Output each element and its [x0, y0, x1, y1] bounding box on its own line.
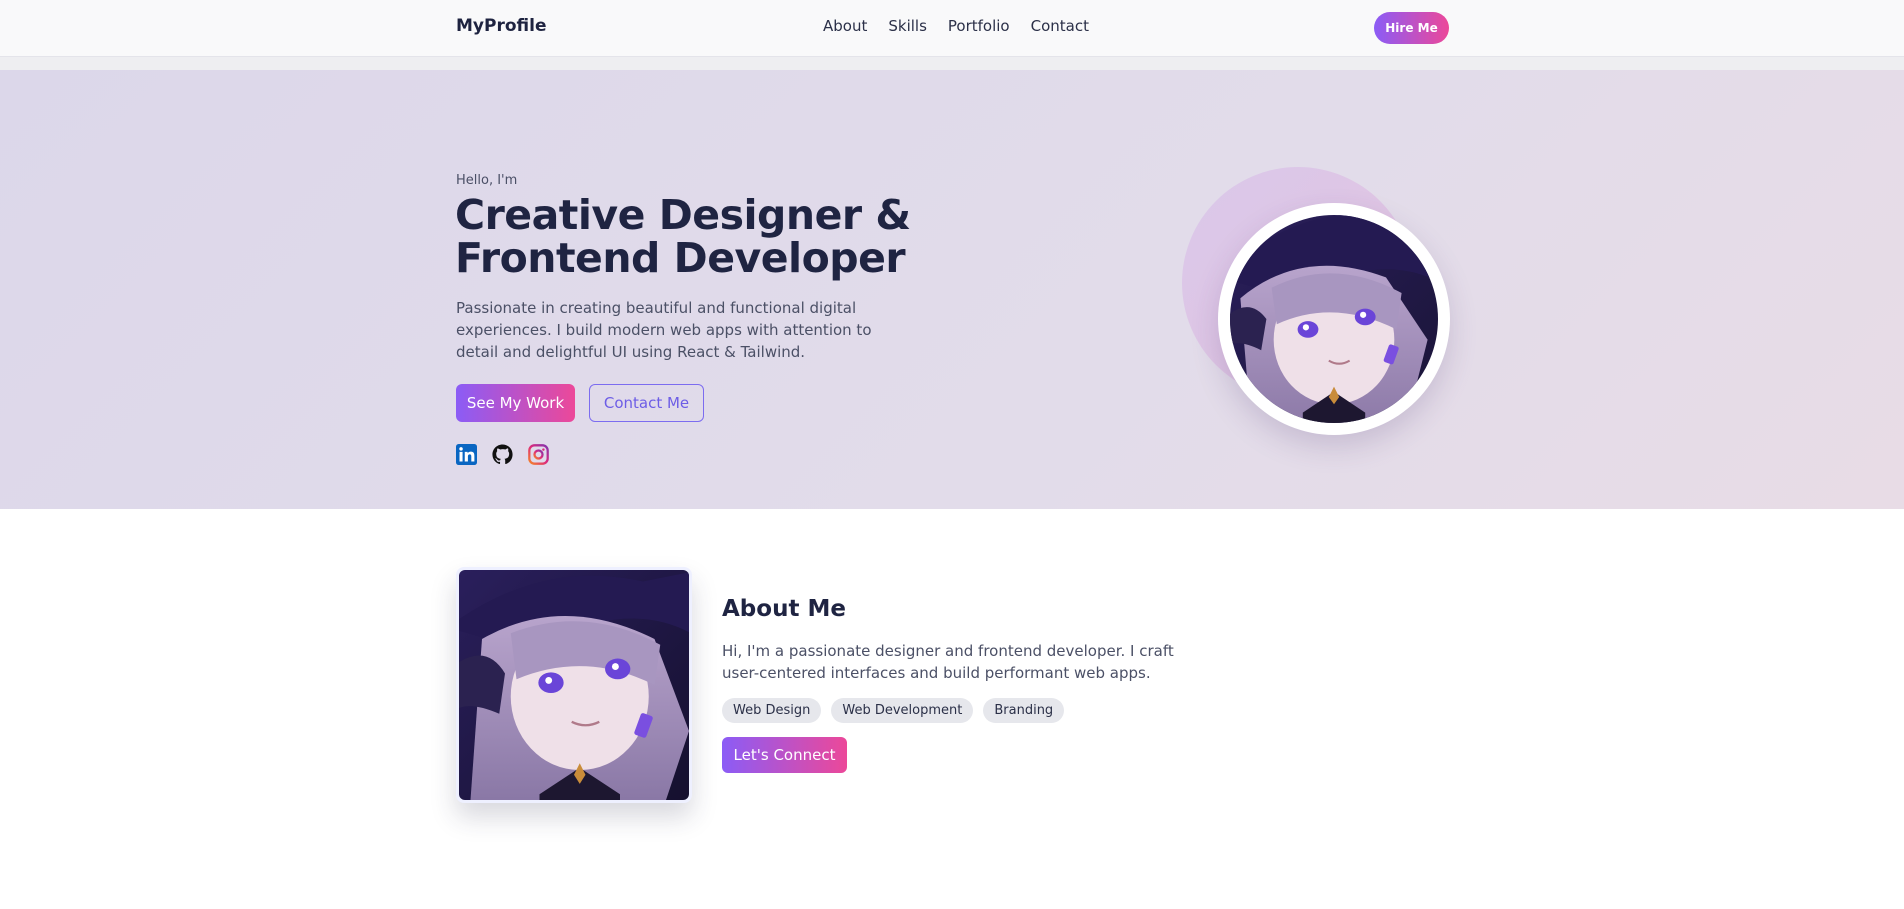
navbar: MyProfile About Skills Portfolio Contact… — [0, 0, 1904, 57]
github-icon[interactable] — [492, 444, 513, 465]
hero-greeting: Hello, I'm — [456, 173, 518, 188]
nav-links: About Skills Portfolio Contact — [823, 17, 1089, 35]
hero-headline: Creative Designer & Frontend Developer — [455, 194, 975, 280]
hero-headline-line2: Frontend Developer — [455, 234, 906, 282]
nav-link-contact[interactable]: Contact — [1031, 17, 1089, 35]
hire-me-button[interactable]: Hire Me — [1374, 12, 1449, 44]
about-image-card — [456, 567, 692, 803]
tag-branding: Branding — [983, 698, 1065, 723]
hero-section: Hello, I'm Creative Designer & Frontend … — [0, 70, 1904, 509]
about-description: Hi, I'm a passionate designer and fronte… — [722, 642, 1174, 682]
see-my-work-button[interactable]: See My Work — [456, 384, 575, 422]
tag-web-development: Web Development — [831, 698, 974, 723]
nav-link-portfolio[interactable]: Portfolio — [948, 17, 1010, 35]
nav-link-skills[interactable]: Skills — [888, 17, 927, 35]
social-links — [456, 444, 549, 465]
hero-description: Passionate in creating beautiful and fun… — [456, 299, 872, 361]
nav-link-about[interactable]: About — [823, 17, 867, 35]
hero-avatar — [1218, 203, 1450, 435]
lets-connect-button[interactable]: Let's Connect — [722, 737, 847, 773]
hero-headline-line1: Creative Designer & — [455, 191, 911, 239]
contact-me-button[interactable]: Contact Me — [589, 384, 704, 422]
linkedin-icon[interactable] — [456, 444, 477, 465]
instagram-icon[interactable] — [528, 444, 549, 465]
about-illustration — [459, 570, 689, 800]
tag-web-design: Web Design — [722, 698, 822, 723]
hero-avatar-illustration — [1230, 215, 1438, 423]
nav-divider — [0, 57, 1904, 70]
about-title: About Me — [722, 596, 846, 622]
skill-tags: Web Design Web Development Branding — [722, 698, 1065, 723]
brand-logo[interactable]: MyProfile — [456, 16, 546, 36]
